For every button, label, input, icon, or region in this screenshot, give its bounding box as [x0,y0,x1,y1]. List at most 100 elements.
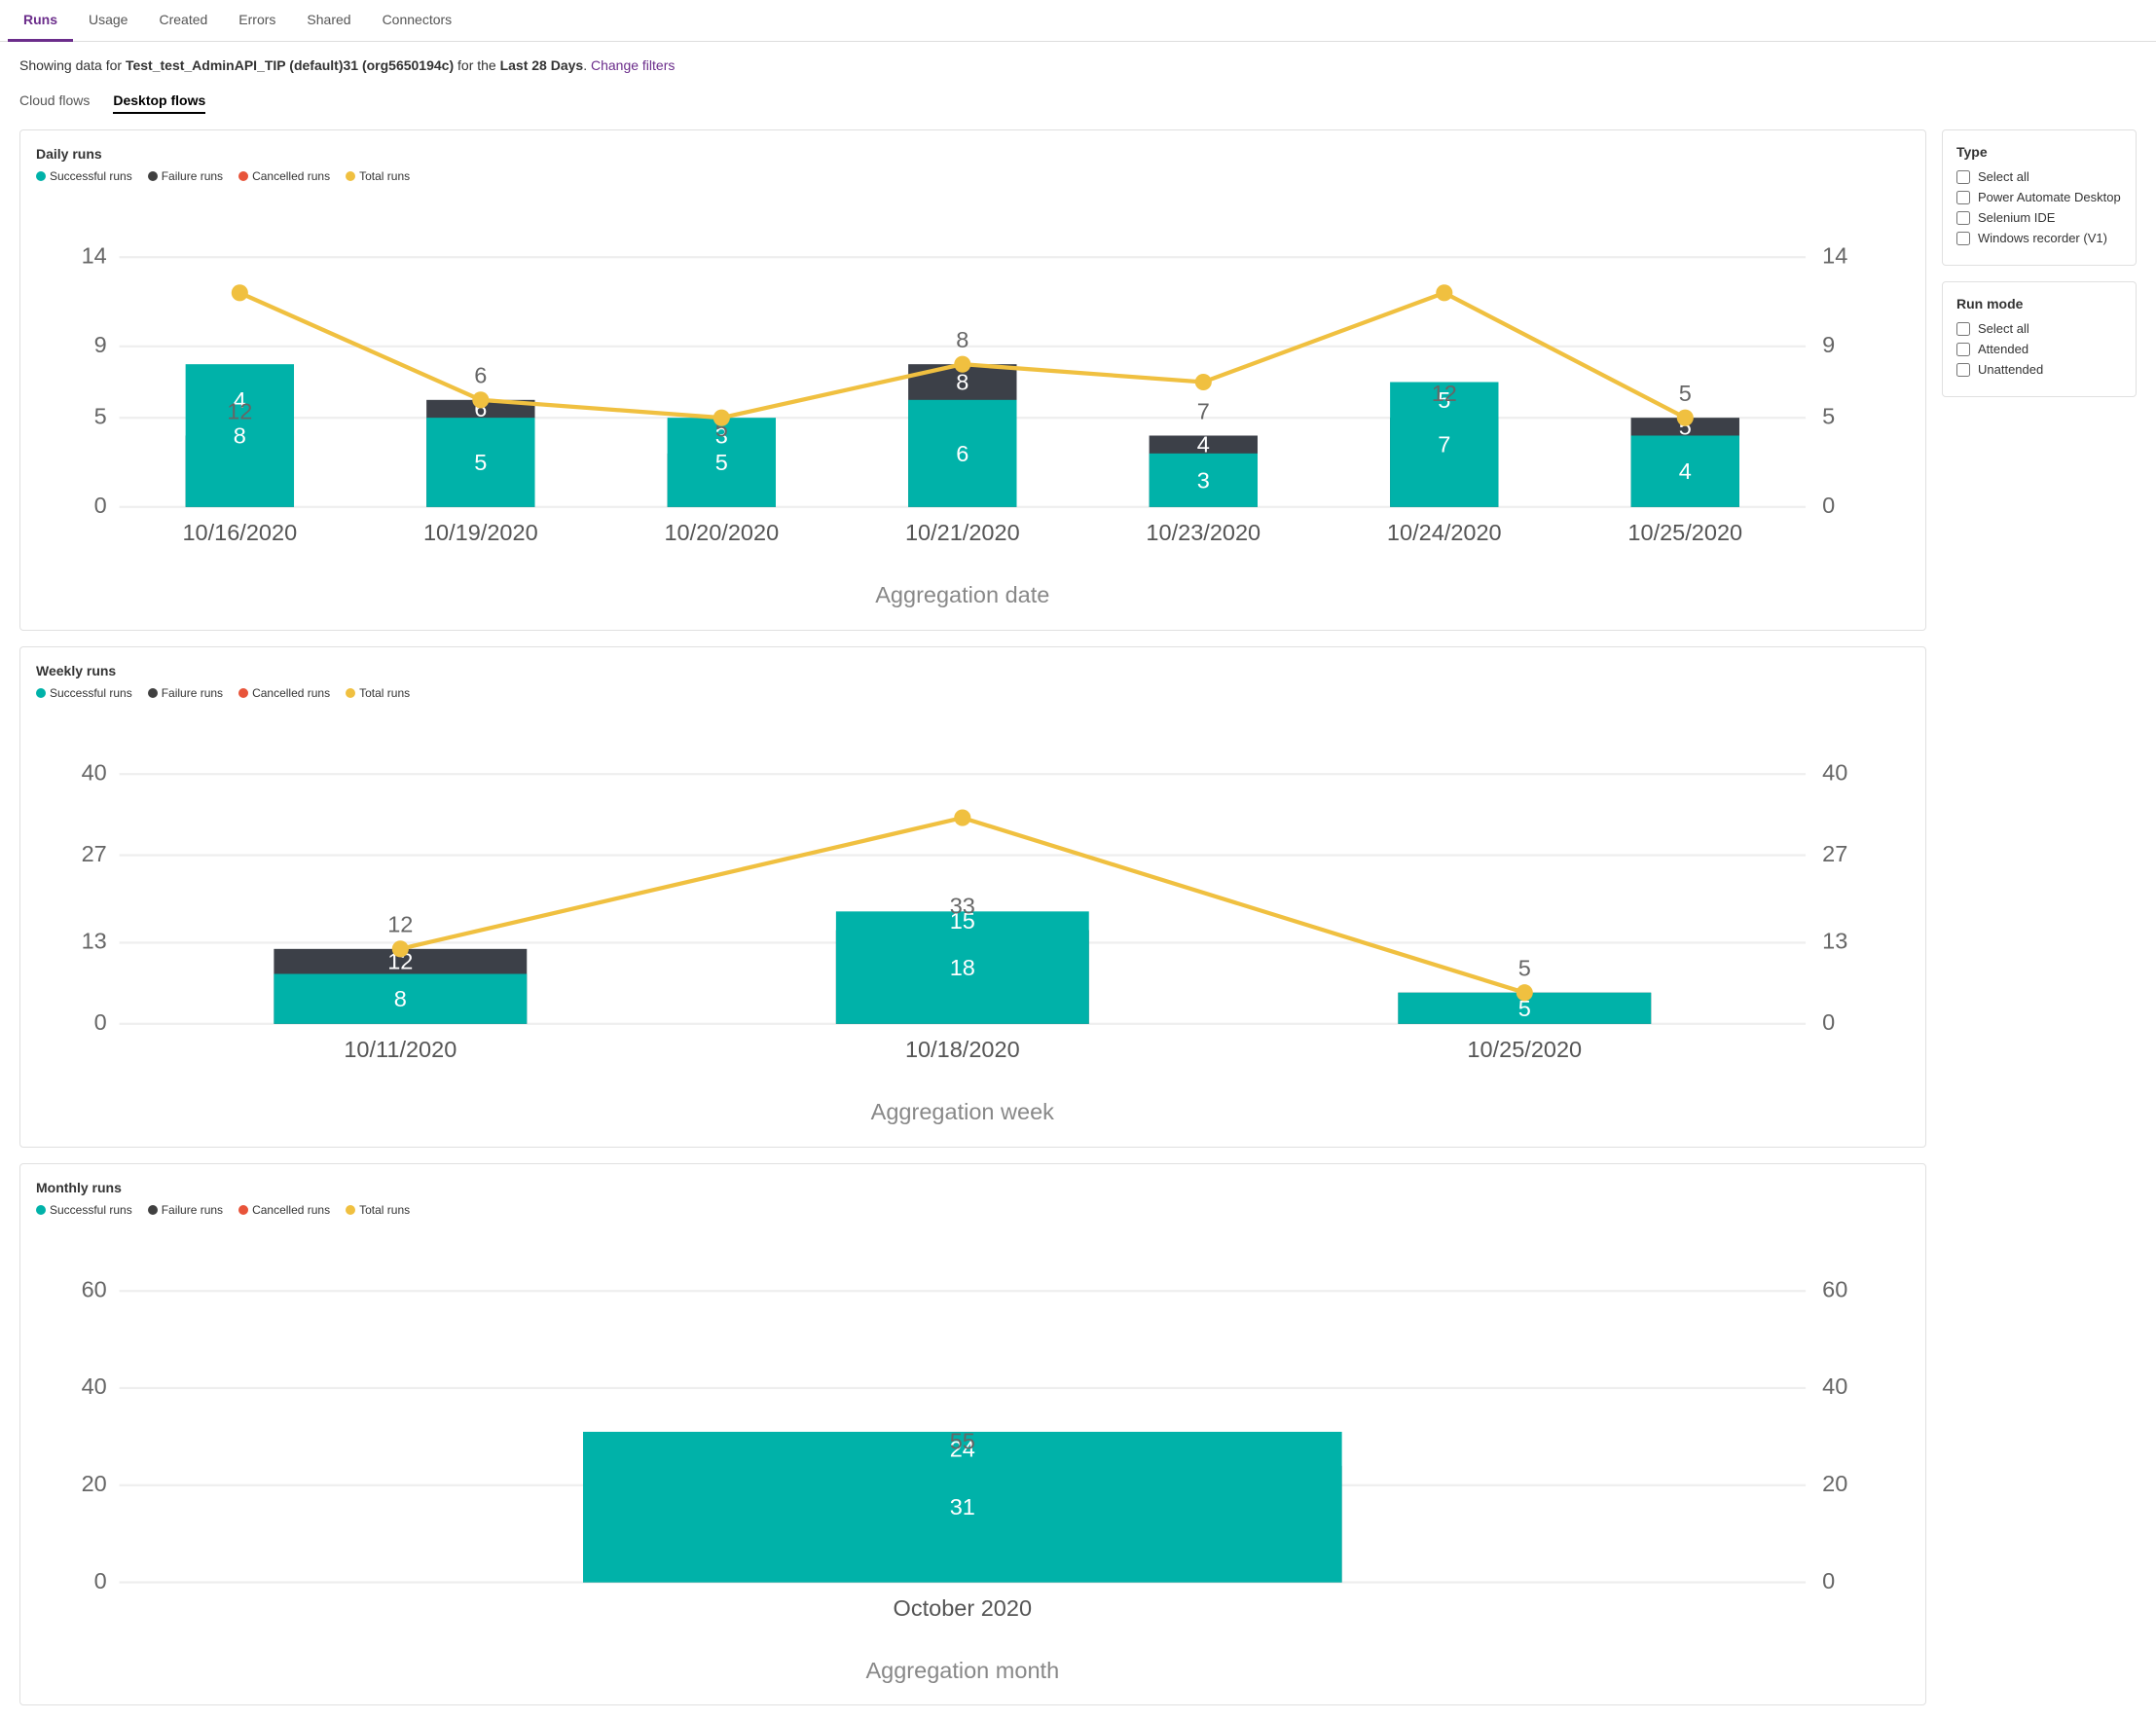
svg-text:0: 0 [94,1567,107,1593]
type-select-all-row: Select all [1956,169,2122,184]
type-select-all-label[interactable]: Select all [1978,169,2029,184]
daily-runs-svg: 0055991414841210/16/202056610/19/2020535… [36,195,1910,611]
total-runs-dot [1436,284,1452,301]
svg-text:0: 0 [1822,1567,1835,1593]
sub-tab-cloud[interactable]: Cloud flows [19,92,90,114]
type-panel-title: Type [1956,144,2122,160]
info-middle: for the [454,57,499,73]
svg-text:Aggregation month: Aggregation month [865,1658,1059,1683]
svg-text:October 2020: October 2020 [894,1594,1033,1620]
legend-dot [346,171,355,181]
run-mode-option-unattended: Unattended [1956,362,2122,377]
daily-runs-card: Daily runs Successful runsFailure runsCa… [19,129,1926,631]
info-period: Last 28 Days [500,57,584,73]
total-runs-dot [472,391,489,408]
total-runs-dot [954,809,970,825]
legend-label: Total runs [359,686,410,700]
change-filters-link[interactable]: Change filters [591,57,675,73]
legend-item: Failure runs [148,169,223,183]
svg-text:0: 0 [94,1009,107,1035]
total-runs-dot [392,940,409,957]
svg-text:6: 6 [956,441,968,466]
svg-text:20: 20 [1822,1471,1847,1496]
sub-tab-desktop[interactable]: Desktop flows [113,92,205,114]
type-selenium-ide-label[interactable]: Selenium IDE [1978,210,2055,225]
type-selenium-ide-checkbox[interactable] [1956,211,1970,225]
svg-text:9: 9 [1822,332,1835,357]
runmode-unattended-checkbox[interactable] [1956,363,1970,377]
run-mode-select-all-label[interactable]: Select all [1978,321,2029,336]
type-power-automate-desktop-checkbox[interactable] [1956,191,1970,204]
svg-text:5: 5 [94,403,107,428]
runmode-attended-checkbox[interactable] [1956,343,1970,356]
svg-text:14: 14 [82,242,107,268]
total-runs-dot [954,356,970,373]
svg-text:10/23/2020: 10/23/2020 [1146,520,1261,545]
runmode-unattended-label[interactable]: Unattended [1978,362,2043,377]
nav-tab-connectors[interactable]: Connectors [367,0,468,42]
nav-tabs: RunsUsageCreatedErrorsSharedConnectors [0,0,2156,42]
svg-text:8: 8 [234,422,246,448]
legend-item: Total runs [346,686,410,700]
total-runs-dot [232,284,248,301]
type-power-automate-desktop-label[interactable]: Power Automate Desktop [1978,190,2121,204]
total-runs-dot [1195,374,1212,390]
run-mode-select-all-checkbox[interactable] [1956,322,1970,336]
daily-runs-chart: 0055991414841210/16/202056610/19/2020535… [36,195,1910,614]
weekly-runs-chart: 001313272740408121210/11/202018153310/18… [36,712,1910,1131]
weekly-runs-title: Weekly runs [36,663,1910,678]
legend-dot [148,171,158,181]
legend-label: Failure runs [162,686,223,700]
legend-dot [346,688,355,698]
svg-text:60: 60 [1822,1276,1847,1301]
nav-tab-usage[interactable]: Usage [73,0,143,42]
legend-label: Total runs [359,1203,410,1217]
legend-dot [238,688,248,698]
daily-runs-legend: Successful runsFailure runsCancelled run… [36,169,1910,183]
charts-area: Daily runs Successful runsFailure runsCa… [19,129,1926,1705]
monthly-runs-chart: 00202040406060312455October 2020Aggregat… [36,1228,1910,1690]
type-option-selenium-ide: Selenium IDE [1956,210,2122,225]
nav-tab-created[interactable]: Created [143,0,223,42]
info-prefix: Showing data for [19,57,126,73]
total-runs-dot [713,410,730,426]
legend-item: Total runs [346,169,410,183]
svg-text:40: 40 [1822,759,1847,785]
legend-dot [238,171,248,181]
total-runs-dot [1517,984,1533,1001]
runmode-attended-label[interactable]: Attended [1978,342,2028,356]
type-select-all-checkbox[interactable] [1956,170,1970,184]
monthly-runs-legend: Successful runsFailure runsCancelled run… [36,1203,1910,1217]
monthly-runs-card: Monthly runs Successful runsFailure runs… [19,1163,1926,1706]
svg-text:14: 14 [1822,242,1847,268]
type-option-power-automate-desktop: Power Automate Desktop [1956,190,2122,204]
type-panel: Type Select all Power Automate Desktop Se… [1942,129,2137,266]
svg-text:3: 3 [1197,467,1210,493]
legend-dot [36,688,46,698]
legend-label: Cancelled runs [252,686,330,700]
svg-text:55: 55 [950,1428,975,1453]
type-windows-recorder-label[interactable]: Windows recorder (V1) [1978,231,2107,245]
svg-text:7: 7 [1438,432,1450,458]
legend-label: Failure runs [162,169,223,183]
legend-item: Cancelled runs [238,169,330,183]
svg-text:13: 13 [1822,928,1847,953]
legend-item: Total runs [346,1203,410,1217]
legend-dot [346,1205,355,1215]
type-option-windows-recorder: Windows recorder (V1) [1956,231,2122,245]
svg-text:40: 40 [82,759,107,785]
type-windows-recorder-checkbox[interactable] [1956,232,1970,245]
svg-text:20: 20 [82,1471,107,1496]
info-bar: Showing data for Test_test_AdminAPI_TIP … [19,57,2137,73]
nav-tab-runs[interactable]: Runs [8,0,73,42]
svg-text:Aggregation date: Aggregation date [875,582,1049,607]
run-mode-panel: Run mode Select all AttendedUnattended [1942,281,2137,397]
info-suffix: . [583,57,587,73]
svg-text:5: 5 [1822,403,1835,428]
nav-tab-errors[interactable]: Errors [223,0,291,42]
legend-label: Successful runs [50,1203,132,1217]
svg-text:10/25/2020: 10/25/2020 [1627,520,1742,545]
nav-tab-shared[interactable]: Shared [291,0,366,42]
legend-dot [148,1205,158,1215]
legend-dot [36,171,46,181]
